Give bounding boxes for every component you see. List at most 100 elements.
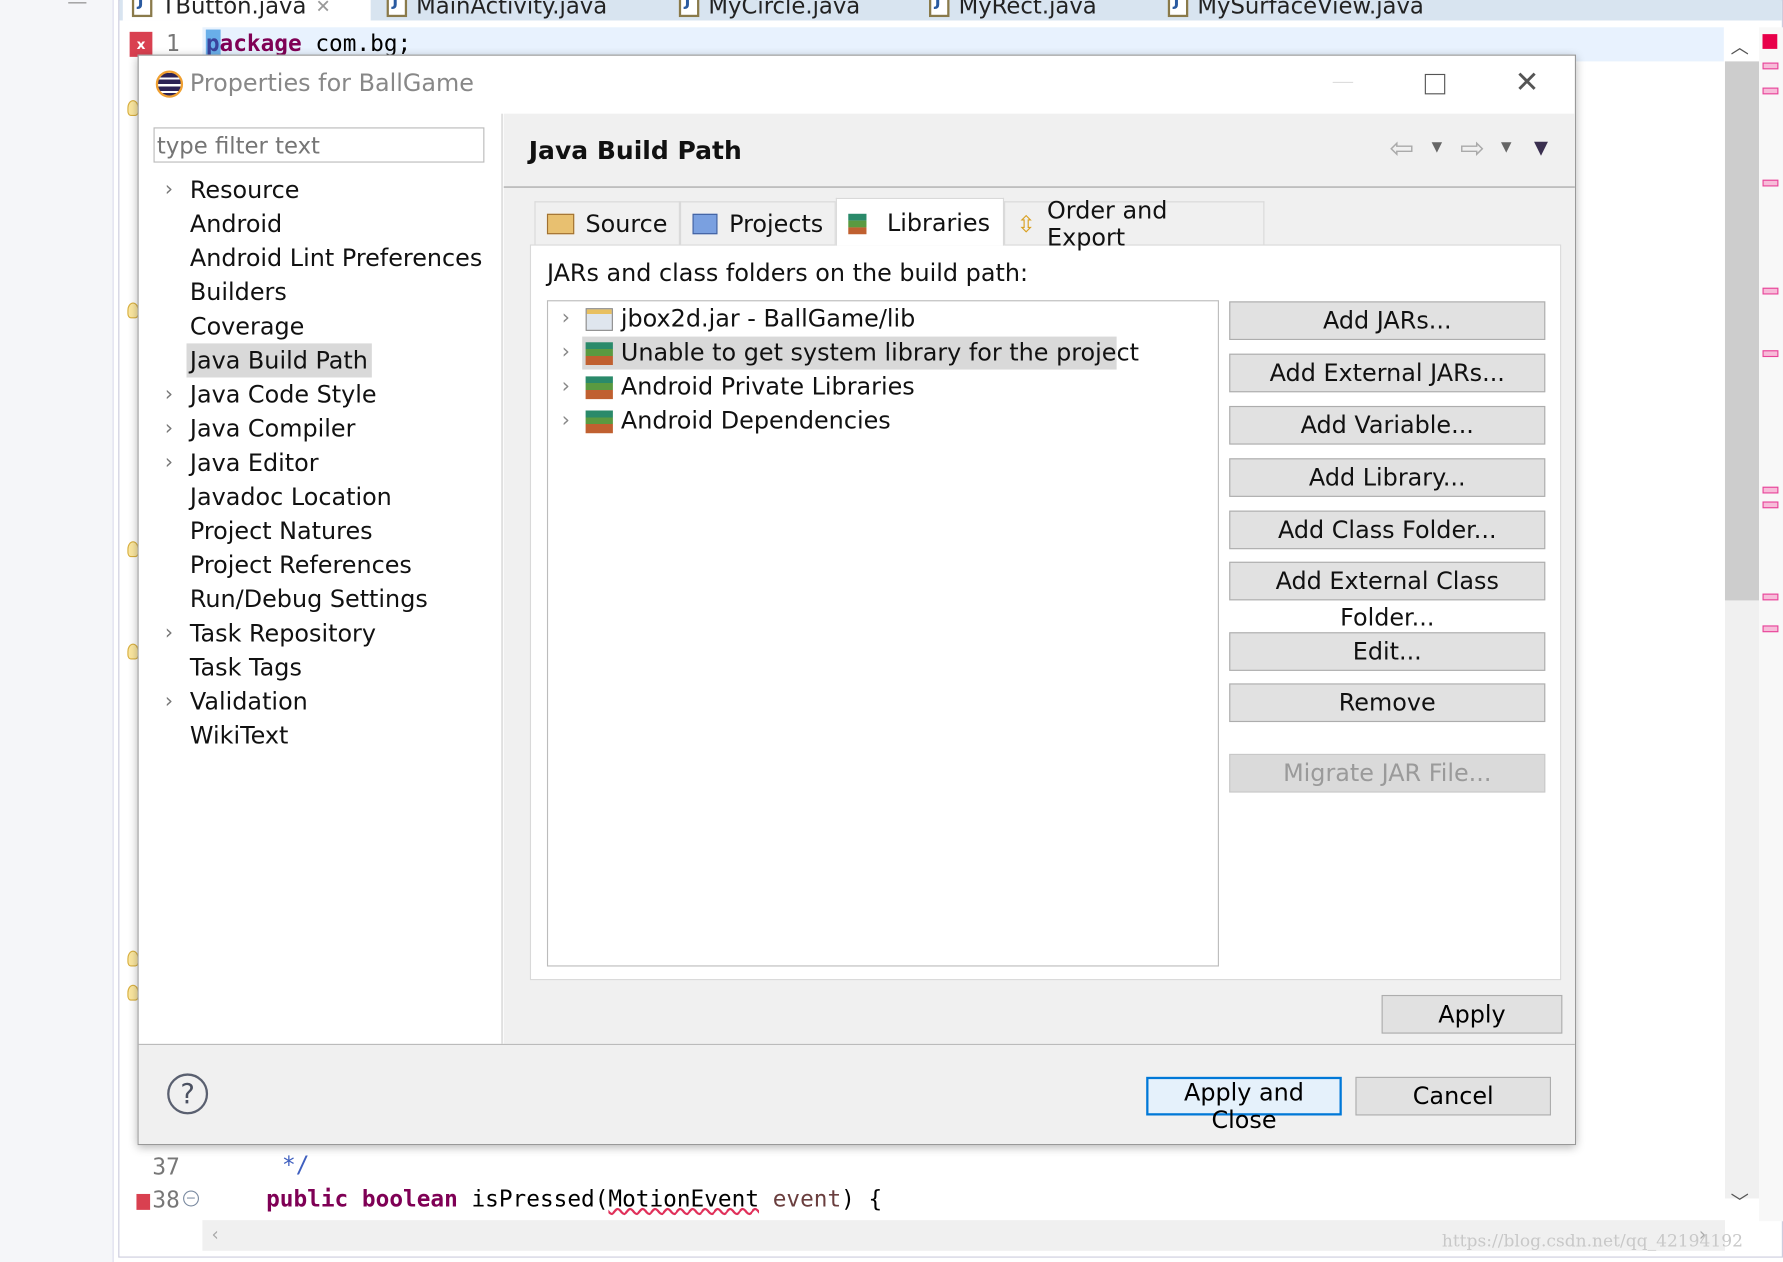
annotation-marker[interactable] bbox=[1762, 179, 1779, 187]
expand-chevron-icon[interactable]: › bbox=[165, 685, 173, 719]
migrate-jar-file-button[interactable]: Migrate JAR File... bbox=[1229, 753, 1546, 793]
tree-item[interactable]: Coverage bbox=[190, 309, 304, 343]
expand-chevron-icon[interactable]: › bbox=[165, 378, 173, 412]
tree-item-label: Java Compiler bbox=[189, 415, 356, 443]
help-icon[interactable]: ? bbox=[167, 1073, 209, 1115]
java-file-icon bbox=[386, 0, 408, 18]
tree-item[interactable]: › Java Compiler bbox=[165, 412, 356, 446]
annotation-marker[interactable] bbox=[1762, 287, 1779, 295]
add-external-jars-button[interactable]: Add External JARs... bbox=[1229, 353, 1546, 393]
apply-button[interactable]: Apply bbox=[1381, 994, 1563, 1034]
forward-dropdown-icon[interactable]: ▼ bbox=[1501, 139, 1512, 155]
add-variable-button[interactable]: Add Variable... bbox=[1229, 405, 1546, 445]
edit-button[interactable]: Edit... bbox=[1229, 632, 1546, 671]
expand-chevron-icon[interactable]: › bbox=[165, 412, 173, 446]
expand-chevron-icon[interactable]: › bbox=[562, 301, 570, 335]
editor-tab[interactable]: TButton.java✕ bbox=[131, 0, 331, 20]
fold-collapse-icon[interactable]: − bbox=[183, 1190, 199, 1207]
editor-tab[interactable]: MainActivity.java bbox=[386, 0, 607, 20]
java-file-icon bbox=[929, 0, 950, 18]
library-entry[interactable]: Unable to get system library for the pro… bbox=[621, 335, 1139, 369]
page-title: Java Build Path bbox=[528, 137, 742, 167]
expand-chevron-icon[interactable]: › bbox=[562, 335, 570, 369]
library-icon bbox=[585, 342, 613, 366]
back-arrow-icon[interactable]: ⇦ bbox=[1390, 132, 1415, 166]
tree-item[interactable]: › Resource bbox=[165, 173, 300, 207]
editor-tab[interactable]: MyRect.java bbox=[929, 0, 1097, 20]
tree-item-label: Java Code Style bbox=[189, 380, 377, 409]
code-line[interactable]: */ bbox=[268, 1151, 309, 1178]
annotation-marker[interactable] bbox=[1762, 87, 1779, 95]
library-icon bbox=[585, 376, 613, 400]
expand-chevron-icon[interactable]: › bbox=[165, 173, 173, 207]
library-icon bbox=[585, 410, 613, 434]
scrollbar-thumb[interactable] bbox=[1724, 61, 1760, 601]
annotation-marker[interactable] bbox=[1762, 501, 1779, 509]
tree-item[interactable]: › Validation bbox=[165, 685, 308, 719]
error-marker-icon: x bbox=[129, 31, 153, 57]
library-entry[interactable]: Android Private Libraries bbox=[621, 370, 915, 404]
forward-arrow-icon[interactable]: ⇨ bbox=[1460, 132, 1485, 166]
error-indicator[interactable] bbox=[1762, 34, 1778, 49]
library-entry[interactable]: jbox2d.jar - BallGame/lib bbox=[621, 301, 915, 335]
tree-item[interactable]: Android bbox=[190, 207, 282, 241]
editor-tab[interactable]: MyCircle.java bbox=[678, 0, 860, 20]
code-line[interactable]: public boolean isPressed(MotionEvent eve… bbox=[266, 1185, 882, 1212]
add-jars-button[interactable]: Add JARs... bbox=[1229, 301, 1546, 340]
tree-item[interactable]: Project Natures bbox=[190, 514, 373, 548]
maximize-button[interactable] bbox=[1424, 73, 1446, 95]
tree-item[interactable]: Android Lint Preferences bbox=[190, 241, 482, 275]
filter-input[interactable] bbox=[153, 127, 485, 163]
tree-item[interactable]: WikiText bbox=[190, 719, 288, 753]
watermark: https://blog.csdn.net/qq_42194192 bbox=[1441, 1230, 1743, 1251]
tree-item-label: Java Build Path bbox=[189, 346, 368, 375]
tab-order-and-export[interactable]: ⇳ Order and Export bbox=[1004, 196, 1265, 251]
tree-item[interactable]: Run/Debug Settings bbox=[190, 582, 428, 616]
apply-and-close-button[interactable]: Apply and Close bbox=[1146, 1076, 1342, 1134]
error-marker-icon bbox=[136, 1193, 151, 1210]
library-entry[interactable]: Android Dependencies bbox=[621, 404, 891, 438]
view-menu-icon[interactable]: ▼ bbox=[1534, 136, 1548, 158]
tree-item-label: Java Editor bbox=[189, 449, 319, 477]
tab-libraries[interactable]: Libraries bbox=[835, 197, 1005, 246]
add-library-button[interactable]: Add Library... bbox=[1229, 458, 1546, 497]
tree-item-label: Task Repository bbox=[189, 619, 377, 648]
source-folder-icon bbox=[546, 213, 575, 234]
tree-item[interactable]: › Java Code Style bbox=[165, 378, 377, 412]
editor-tab[interactable]: MySurfaceView.java bbox=[1167, 0, 1424, 20]
minimize-button[interactable] bbox=[1332, 81, 1354, 84]
annotation-marker[interactable] bbox=[1762, 486, 1779, 494]
tree-item[interactable]: Task Tags bbox=[190, 650, 302, 684]
tree-item-label: Android bbox=[189, 210, 283, 238]
add-external-class-folder-button[interactable]: Add External Class Folder... bbox=[1229, 561, 1546, 631]
tab-source[interactable]: Source bbox=[534, 201, 680, 245]
expand-chevron-icon[interactable]: › bbox=[562, 404, 570, 438]
scroll-down-icon[interactable]: ﹀ bbox=[1731, 1187, 1749, 1214]
tab-projects[interactable]: Projects bbox=[679, 201, 836, 245]
close-button[interactable]: ✕ bbox=[1515, 66, 1540, 100]
annotation-marker[interactable] bbox=[1762, 593, 1779, 601]
scroll-up-icon[interactable]: ︿ bbox=[1731, 32, 1749, 59]
tree-item[interactable]: Java Build Path bbox=[186, 343, 372, 378]
tree-item[interactable]: Builders bbox=[190, 275, 287, 309]
annotation-marker[interactable] bbox=[1762, 625, 1779, 633]
code-line[interactable]: package com.bg; bbox=[206, 30, 411, 57]
tree-item-label: Project References bbox=[189, 551, 412, 579]
expand-chevron-icon[interactable]: › bbox=[562, 370, 570, 404]
annotation-marker[interactable] bbox=[1762, 62, 1779, 70]
scroll-left-icon[interactable]: ‹ bbox=[212, 1224, 219, 1246]
expand-chevron-icon[interactable]: › bbox=[165, 616, 173, 650]
expand-chevron-icon[interactable]: › bbox=[165, 446, 173, 480]
annotation-marker[interactable] bbox=[1762, 350, 1779, 358]
tree-item[interactable]: › Java Editor bbox=[165, 446, 319, 480]
tree-item[interactable]: Javadoc Location bbox=[190, 480, 392, 514]
tree-item[interactable]: › Task Repository bbox=[165, 616, 377, 650]
line-number: 1 bbox=[166, 29, 180, 57]
minimize-icon[interactable] bbox=[68, 0, 87, 4]
back-dropdown-icon[interactable]: ▼ bbox=[1432, 139, 1443, 155]
add-class-folder-button[interactable]: Add Class Folder... bbox=[1229, 510, 1546, 550]
remove-button[interactable]: Remove bbox=[1229, 683, 1546, 723]
close-icon[interactable]: ✕ bbox=[316, 0, 331, 16]
tree-item[interactable]: Project References bbox=[190, 548, 412, 582]
cancel-button[interactable]: Cancel bbox=[1355, 1076, 1552, 1116]
